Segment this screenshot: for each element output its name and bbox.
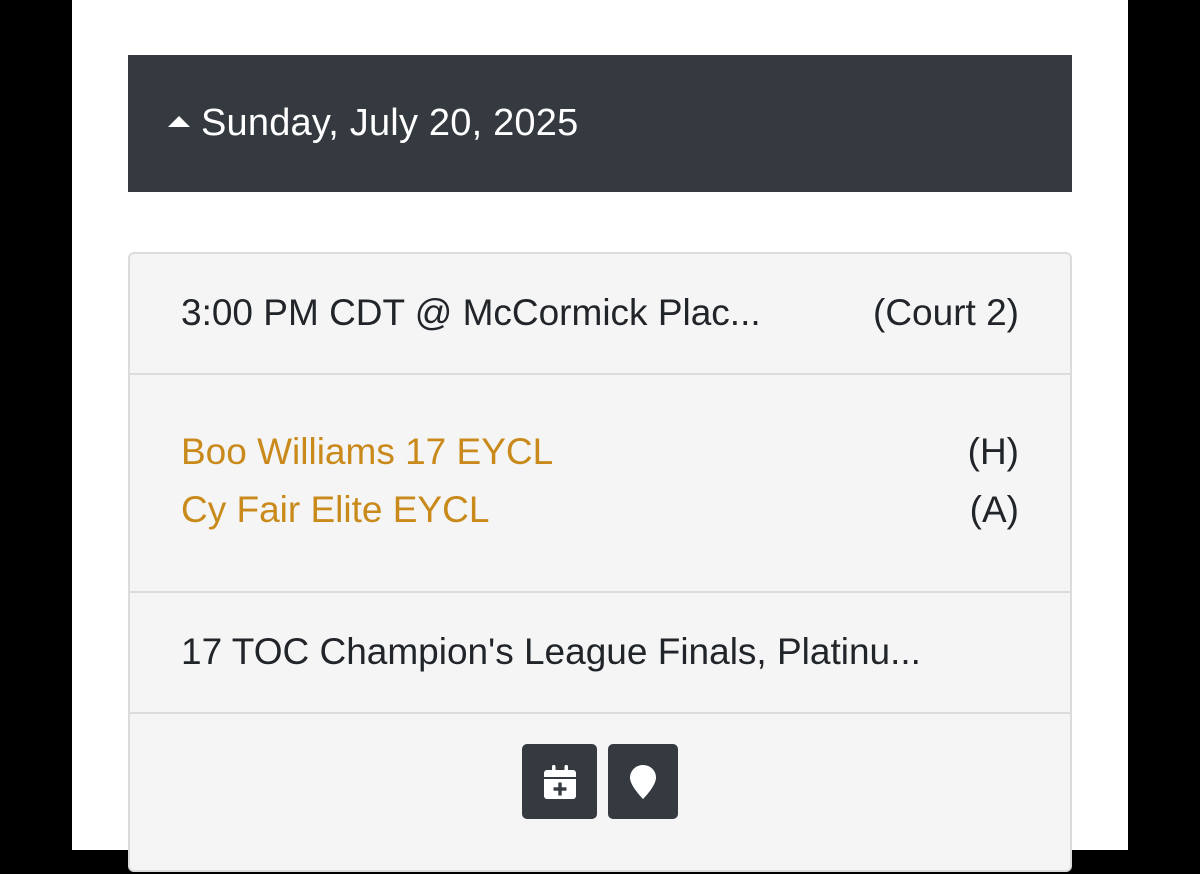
game-time-section: 3:00 PM CDT @ McCormick Plac... (Court 2… [130, 254, 1070, 375]
actions-section [130, 714, 1070, 874]
date-label: Sunday, July 20, 2025 [201, 102, 579, 144]
teams-section: Boo Williams 17 EYCL (H) Cy Fair Elite E… [130, 375, 1070, 593]
court-label: (Court 2) [873, 292, 1019, 333]
event-row: 17 TOC Champion's League Finals, Platinu… [181, 630, 1019, 674]
team-row: Boo Williams 17 EYCL (H) [181, 430, 1019, 474]
away-designation: (A) [969, 489, 1019, 530]
event-name: 17 TOC Champion's League Finals, Platinu… [181, 631, 921, 672]
game-card: 3:00 PM CDT @ McCormick Plac... (Court 2… [128, 252, 1072, 872]
home-team-link[interactable]: Boo Williams 17 EYCL [181, 431, 553, 473]
map-pin-icon [630, 764, 656, 799]
away-team-link[interactable]: Cy Fair Elite EYCL [181, 489, 489, 531]
date-header-toggle[interactable]: Sunday, July 20, 2025 [128, 55, 1072, 192]
time-venue-row: 3:00 PM CDT @ McCormick Plac... (Court 2… [181, 291, 1019, 335]
time-venue: 3:00 PM CDT @ McCormick Plac... [181, 292, 761, 333]
page: Sunday, July 20, 2025 3:00 PM CDT @ McCo… [72, 0, 1128, 872]
team-row: Cy Fair Elite EYCL (A) [181, 488, 1019, 532]
add-to-calendar-button[interactable] [522, 744, 597, 819]
event-section: 17 TOC Champion's League Finals, Platinu… [130, 593, 1070, 714]
caret-up-icon [168, 116, 190, 127]
calendar-add-icon [543, 764, 576, 799]
home-designation: (H) [967, 431, 1019, 472]
location-button[interactable] [608, 744, 678, 819]
action-buttons [522, 744, 678, 819]
